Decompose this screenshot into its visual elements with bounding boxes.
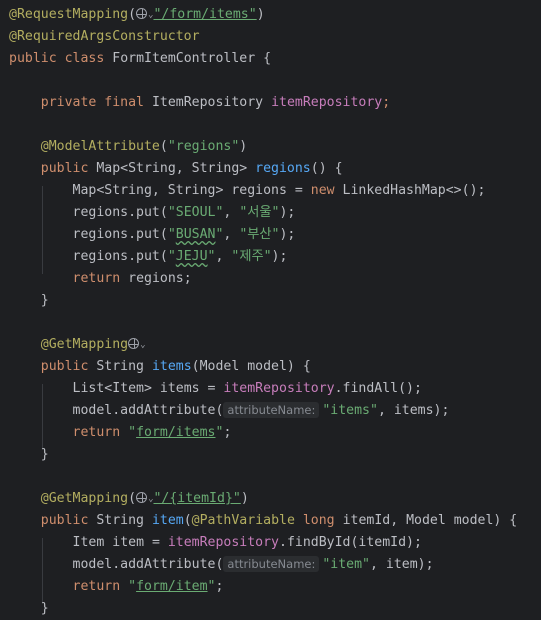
parameter-hint: attributeName: — [223, 402, 320, 418]
string-literal: "item" — [322, 557, 370, 572]
variable: regions — [128, 271, 184, 286]
keyword: public — [40, 513, 89, 528]
globe-icon[interactable] — [136, 8, 148, 19]
variable: items — [393, 403, 434, 418]
keyword: public — [9, 51, 57, 66]
annotation: @RequiredArgsConstructor — [9, 29, 200, 44]
brace: } — [40, 447, 49, 462]
code-line: List<Item> items = itemRepository.findAl… — [72, 381, 422, 396]
globe-icon[interactable] — [128, 338, 140, 349]
keyword: private — [40, 95, 97, 110]
type-name: String — [96, 513, 144, 528]
code-line: @GetMapping(⌄"/{itemId}") — [40, 491, 249, 506]
annotation: @ModelAttribute — [40, 139, 160, 154]
brace: } — [40, 293, 49, 308]
keyword: return — [72, 271, 121, 286]
string-literal: form/items — [136, 425, 216, 440]
string-literal: SEOUL — [175, 205, 216, 220]
parameters: itemId, Model model) — [342, 513, 502, 528]
type-name: Map<String, String> — [72, 183, 224, 198]
globe-icon[interactable] — [136, 492, 148, 503]
keyword: public — [40, 161, 89, 176]
variable: item — [385, 557, 418, 572]
code-line: return "form/item"; — [72, 579, 224, 594]
string-literal: "서울" — [239, 205, 280, 220]
type-name: ItemRepository — [151, 95, 264, 110]
method-call: regions.put( — [72, 205, 168, 220]
string-literal: "부산" — [239, 227, 280, 242]
type-name: String — [96, 359, 144, 374]
code-line: return regions; — [72, 271, 192, 286]
code-line: @RequiredArgsConstructor — [9, 26, 200, 48]
keyword: public — [40, 359, 89, 374]
code-line: } — [9, 290, 49, 312]
variable: regions — [231, 183, 287, 198]
annotation: @GetMapping — [40, 337, 129, 352]
code-line: } — [9, 598, 49, 620]
code-line: return "form/items"; — [72, 425, 232, 440]
method-call: .findById(itemId); — [279, 535, 422, 550]
chevron-down-icon[interactable]: ⌄ — [140, 340, 145, 350]
code-line: private final ItemRepository itemReposit… — [40, 95, 391, 110]
parameters: (Model model) — [191, 359, 295, 374]
code-line: @GetMapping ⌄ — [9, 334, 146, 356]
string-literal: form/item — [136, 579, 208, 594]
code-line: model.addAttribute(attributeName: "items"… — [72, 402, 450, 418]
method-name: regions — [255, 161, 311, 176]
parameter-hint: attributeName: — [223, 556, 320, 572]
type-name: Map<String, String> — [96, 161, 248, 176]
code-line: regions.put("BUSAN", "부산"); — [72, 227, 296, 242]
code-line: @ModelAttribute("regions") — [40, 139, 248, 154]
method-name: items — [151, 359, 192, 374]
code-line: } — [9, 444, 49, 466]
variable: items — [159, 381, 200, 396]
keyword: new — [310, 183, 335, 198]
constructor-call: LinkedHashMap<>(); — [342, 183, 486, 198]
method-call: regions.put( — [72, 249, 168, 264]
method-call: model.addAttribute( — [72, 557, 224, 572]
brace: } — [40, 601, 49, 616]
code-editor[interactable]: @RequestMapping(⌄"/form/items") @Require… — [0, 0, 541, 618]
method-call: model.addAttribute( — [72, 403, 224, 418]
annotation: @GetMapping — [40, 491, 129, 506]
code-line: public Map<String, String> regions() { — [40, 161, 343, 176]
string-literal: BUSAN — [175, 227, 216, 242]
code-line: @RequestMapping(⌄"/form/items") — [9, 7, 265, 22]
type-name: List<Item> — [72, 381, 152, 396]
annotation: @RequestMapping — [9, 7, 129, 22]
string-literal: "items" — [322, 403, 378, 418]
annotation: @PathVariable — [191, 513, 295, 528]
variable: item — [112, 535, 145, 550]
code-line: model.addAttribute(attributeName: "item",… — [72, 556, 434, 572]
method-call: regions.put( — [72, 227, 168, 242]
code-line: Map<String, String> regions = new Linked… — [72, 183, 486, 198]
code-line: regions.put("JEJU", "제주"); — [72, 249, 288, 264]
code-line: regions.put("SEOUL", "서울"); — [72, 205, 296, 220]
type-name: Item — [72, 535, 105, 550]
string-literal: JEJU — [175, 249, 208, 264]
field-name: itemRepository — [167, 535, 279, 550]
keyword: long — [302, 513, 335, 528]
class-name: FormItemController — [112, 51, 256, 66]
code-line: Item item = itemRepository.findById(item… — [72, 535, 422, 550]
keyword: return — [72, 425, 121, 440]
method-call: .findAll(); — [334, 381, 422, 396]
keyword: class — [64, 51, 105, 66]
keyword: final — [104, 95, 144, 110]
code-line: public String item(@PathVariable long it… — [40, 513, 518, 528]
field-name: itemRepository — [271, 95, 383, 110]
code-line: public class FormItemController { — [9, 48, 271, 70]
brace: { — [263, 51, 272, 66]
string-literal: "/{itemId}" — [153, 491, 241, 506]
method-name: item — [151, 513, 184, 528]
string-literal: "/form/items" — [153, 7, 257, 22]
code-line: public String items(Model model) { — [40, 359, 311, 374]
keyword: return — [72, 579, 121, 594]
field-name: itemRepository — [223, 381, 335, 396]
string-literal: "regions" — [167, 139, 240, 154]
string-literal: "제주" — [231, 249, 272, 264]
